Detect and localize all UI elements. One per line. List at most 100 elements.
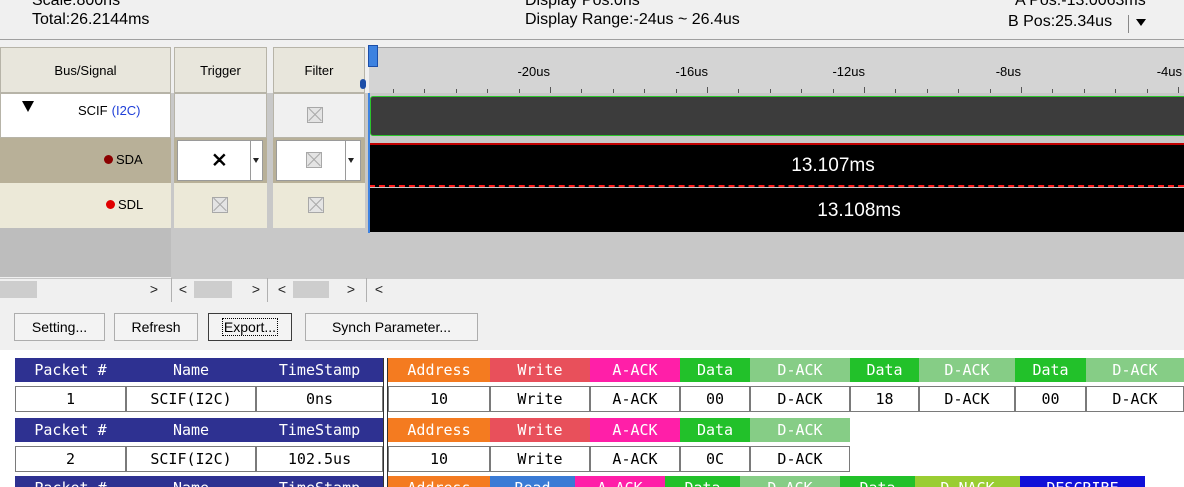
timestamp-header: TimeStamp: [256, 358, 383, 382]
ruler-handle-icon[interactable]: [360, 79, 366, 89]
sda-row[interactable]: [0, 138, 171, 183]
sdl-filter-checkbox[interactable]: [308, 197, 324, 213]
packet-d-ack-cell[interactable]: D-ACK: [750, 446, 850, 472]
refresh-button-label: Refresh: [131, 319, 181, 335]
scroll-divider: [267, 278, 268, 302]
scroll-divider: [366, 278, 367, 302]
sdl-row[interactable]: [0, 183, 171, 228]
trigger-scroll-left-button[interactable]: <: [176, 281, 190, 297]
b-pos-dropdown-icon[interactable]: [1136, 19, 1146, 26]
sda-filter-select-divider: [345, 141, 346, 180]
sda-trigger-select-divider: [250, 141, 251, 180]
data-header: Data: [850, 358, 919, 382]
collapse-triangle-icon[interactable]: [22, 101, 34, 112]
empty-row: [0, 228, 171, 277]
tick-label: -16us: [675, 64, 708, 79]
setting-button[interactable]: Setting...: [14, 313, 105, 341]
packet-d-ack-cell[interactable]: D-ACK: [1086, 386, 1184, 412]
bus-filter-checkbox[interactable]: [307, 107, 323, 123]
d-ack-header: D-ACK: [740, 476, 840, 487]
packet-a-ack-cell[interactable]: A-ACK: [590, 446, 680, 472]
data-header: Data: [665, 476, 740, 487]
trigger-header: Trigger: [174, 47, 267, 93]
data-header: Data: [1015, 358, 1086, 382]
packet-d-ack-cell[interactable]: D-ACK: [919, 386, 1015, 412]
packet-number-header: Packet #: [15, 418, 126, 442]
scale-readout: Scale:800ns: [32, 0, 121, 9]
timestamp-header: TimeStamp: [256, 476, 383, 487]
packet-name-cell[interactable]: SCIF(I2C): [126, 446, 256, 472]
address-header: Address: [388, 418, 490, 442]
bus-protocol: (I2C): [111, 103, 141, 118]
packet-address-cell[interactable]: 10: [388, 386, 490, 412]
packet-data-cell[interactable]: 18: [850, 386, 919, 412]
packet-a-ack-cell[interactable]: A-ACK: [590, 386, 680, 412]
bus-waveform[interactable]: [370, 96, 1184, 136]
bus-column-scroll-thumb[interactable]: [0, 281, 37, 298]
d-ack-header: D-ACK: [750, 358, 850, 382]
sda-trigger-dropdown-icon[interactable]: [253, 158, 259, 163]
packet-rw-cell[interactable]: Write: [490, 386, 590, 412]
sda-filter-dropdown-icon[interactable]: [348, 158, 354, 163]
packet-data-cell[interactable]: 00: [680, 386, 750, 412]
sdl-name: SDL: [118, 197, 144, 212]
cursor-b-line[interactable]: [368, 93, 370, 233]
waveform-scroll-left-button[interactable]: <: [372, 281, 386, 297]
d-ack-header: D-ACK: [750, 418, 850, 442]
bus-signal-header: Bus/Signal: [0, 47, 171, 93]
sda-filter-checkbox[interactable]: [306, 152, 322, 168]
trigger-scroll-right-button[interactable]: >: [249, 281, 263, 297]
time-ruler[interactable]: -20us -16us -12us -8us -4us: [369, 47, 1184, 93]
packet-timestamp-cell[interactable]: 102.5us: [256, 446, 383, 472]
trigger-scroll-thumb[interactable]: [194, 281, 232, 298]
name-header: Name: [126, 418, 256, 442]
sdl-label: SDL: [106, 197, 143, 212]
d-ack-header: D-ACK: [919, 358, 1015, 382]
sda-waveform[interactable]: 13.107ms: [369, 143, 1184, 187]
filter-scroll-right-button[interactable]: >: [344, 281, 358, 297]
packet-data-cell[interactable]: 00: [1015, 386, 1086, 412]
sda-name: SDA: [116, 152, 143, 167]
synch-parameter-button[interactable]: Synch Parameter...: [305, 313, 478, 341]
sdl-waveform[interactable]: 13.108ms: [369, 188, 1184, 232]
packet-timestamp-cell[interactable]: 0ns: [256, 386, 383, 412]
bus-label: SCIF (I2C): [78, 103, 141, 118]
bus-scroll-right-button[interactable]: >: [147, 281, 161, 297]
filter-label: Filter: [304, 62, 334, 78]
header-divider: [0, 39, 1184, 40]
tick-label: -8us: [995, 64, 1021, 79]
address-header: Address: [388, 476, 490, 487]
cursor-b-marker-icon[interactable]: [368, 45, 378, 67]
filter-scroll-thumb[interactable]: [293, 281, 329, 298]
b-pos-readout[interactable]: B Pos:25.34us: [1008, 13, 1112, 31]
packet-data-cell[interactable]: 0C: [680, 446, 750, 472]
packet-rw-cell[interactable]: Write: [490, 446, 590, 472]
filter-scroll-left-button[interactable]: <: [275, 281, 289, 297]
write-header: Write: [490, 358, 590, 382]
refresh-button[interactable]: Refresh: [114, 313, 198, 341]
a-ack-header: A-ACK: [590, 358, 680, 382]
export-button[interactable]: Export...: [208, 313, 292, 341]
sdl-trigger-checkbox[interactable]: [212, 197, 228, 213]
packet-address-cell[interactable]: 10: [388, 446, 490, 472]
filter-header: Filter: [273, 47, 365, 93]
sda-label: SDA: [104, 152, 143, 167]
data-header: Data: [680, 418, 750, 442]
trigger-label: Trigger: [200, 62, 241, 78]
packet-number-header: Packet #: [15, 358, 126, 382]
packet-name-cell[interactable]: SCIF(I2C): [126, 386, 256, 412]
sda-trace: [369, 143, 1184, 145]
packet-d-ack-cell[interactable]: D-ACK: [750, 386, 850, 412]
d-ack-header: D-ACK: [1086, 358, 1184, 382]
packet-number-cell[interactable]: 1: [15, 386, 126, 412]
bus-trigger-cell[interactable]: [174, 93, 267, 138]
write-header: Write: [490, 418, 590, 442]
packet-number-cell[interactable]: 2: [15, 446, 126, 472]
scroll-divider: [171, 278, 172, 302]
sda-dashed-trace: [369, 185, 1184, 187]
a-ack-header: A-ACK: [590, 418, 680, 442]
d-nack-header: D-NACK: [915, 476, 1020, 487]
trigger-dont-care-icon: ⨯: [211, 149, 228, 171]
sdl-timing-label: 13.108ms: [817, 200, 901, 221]
packet-number-header: Packet #: [15, 476, 126, 487]
